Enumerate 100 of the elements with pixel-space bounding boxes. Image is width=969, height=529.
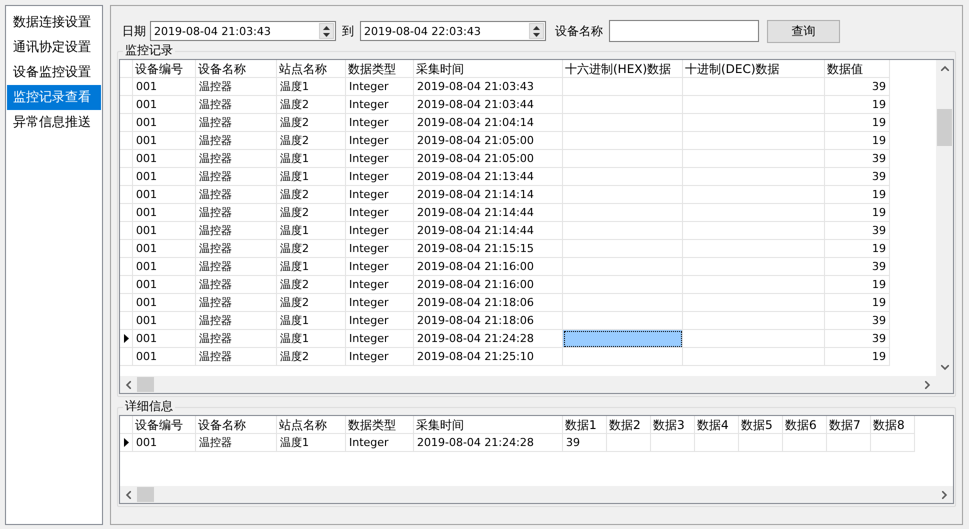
row-header-cell[interactable] <box>120 222 133 240</box>
table-cell <box>827 434 871 452</box>
row-header-cell[interactable] <box>120 294 133 312</box>
table-cell: 温度1 <box>277 78 346 96</box>
row-header-cell[interactable] <box>120 348 133 366</box>
table-cell: 温控器 <box>196 78 277 96</box>
column-header[interactable]: 数据8 <box>871 416 915 434</box>
table-cell: Integer <box>346 294 414 312</box>
table-cell: 温控器 <box>196 204 277 222</box>
column-header[interactable]: 数据6 <box>783 416 827 434</box>
device-name-label: 设备名称 <box>555 22 603 40</box>
up-arrow-icon[interactable] <box>533 26 540 30</box>
row-header-cell[interactable] <box>120 258 133 276</box>
sidebar-item[interactable]: 设备监控设置 <box>7 60 101 85</box>
column-header[interactable]: 数据类型 <box>346 416 414 434</box>
row-header-cell[interactable] <box>120 132 133 150</box>
table-cell: 001 <box>133 348 196 366</box>
column-header[interactable]: 数据类型 <box>346 60 414 78</box>
row-header-cell[interactable] <box>120 204 133 222</box>
horizontal-scrollbar[interactable] <box>120 376 936 393</box>
row-header-cell[interactable] <box>120 78 133 96</box>
column-header[interactable]: 设备名称 <box>196 416 277 434</box>
table-cell: 2019-08-04 21:24:28 <box>414 330 563 348</box>
table-cell: 温度1 <box>277 312 346 330</box>
sidebar-item[interactable]: 通讯协定设置 <box>7 35 101 60</box>
down-arrow-icon[interactable] <box>323 32 330 36</box>
table-cell: 2019-08-04 21:14:44 <box>414 204 563 222</box>
table-cell: 温度1 <box>277 434 346 452</box>
column-header[interactable]: 十进制(DEC)数据 <box>683 60 825 78</box>
table-cell: Integer <box>346 276 414 294</box>
spin-button[interactable] <box>319 23 334 39</box>
column-header[interactable]: 采集时间 <box>414 416 563 434</box>
row-header-cell[interactable] <box>120 186 133 204</box>
row-header-cell[interactable] <box>120 330 133 348</box>
column-header[interactable]: 站点名称 <box>277 60 346 78</box>
vertical-scrollbar[interactable] <box>936 60 953 376</box>
down-arrow-icon[interactable] <box>533 32 540 36</box>
table-cell: 001 <box>133 150 196 168</box>
scroll-left-icon[interactable] <box>126 380 131 388</box>
column-header[interactable]: 设备编号 <box>133 416 196 434</box>
sidebar-item[interactable]: 监控记录查看 <box>7 85 101 110</box>
date-field[interactable]: 2019-08-04 22:03:43 <box>360 21 546 41</box>
scroll-down-icon[interactable] <box>940 365 948 370</box>
row-header-cell[interactable] <box>120 276 133 294</box>
row-header-cell[interactable] <box>120 114 133 132</box>
table-cell: Integer <box>346 258 414 276</box>
table-cell: Integer <box>346 222 414 240</box>
table-cell: 温度2 <box>277 96 346 114</box>
table-cell: Integer <box>346 150 414 168</box>
table-cell: 温控器 <box>196 348 277 366</box>
column-header[interactable]: 数据3 <box>651 416 695 434</box>
column-header[interactable]: 采集时间 <box>414 60 563 78</box>
column-header[interactable]: 站点名称 <box>277 416 346 434</box>
horizontal-scrollbar[interactable] <box>120 486 953 503</box>
scroll-thumb[interactable] <box>137 377 154 392</box>
column-header[interactable]: 数据7 <box>827 416 871 434</box>
column-header[interactable]: 设备名称 <box>196 60 277 78</box>
table-cell: 2019-08-04 21:13:44 <box>414 168 563 186</box>
table-cell <box>871 434 915 452</box>
row-header-cell[interactable] <box>120 434 133 452</box>
row-header-cell[interactable] <box>120 150 133 168</box>
table-cell: 温度2 <box>277 186 346 204</box>
row-header-cell[interactable] <box>120 240 133 258</box>
spin-button[interactable] <box>529 23 544 39</box>
search-button[interactable]: 查询 <box>767 20 840 42</box>
table-cell: 2019-08-04 21:16:00 <box>414 258 563 276</box>
scroll-thumb[interactable] <box>937 109 952 146</box>
row-header-cell[interactable] <box>120 312 133 330</box>
sidebar-item[interactable]: 数据连接设置 <box>7 10 101 35</box>
table-cell: 2019-08-04 21:15:15 <box>414 240 563 258</box>
group-title: 监控记录 <box>123 44 175 57</box>
date-field[interactable]: 2019-08-04 21:03:43 <box>150 21 336 41</box>
table-cell: Integer <box>346 186 414 204</box>
table-cell: 温度2 <box>277 204 346 222</box>
up-arrow-icon[interactable] <box>323 26 330 30</box>
table-cell: 001 <box>133 78 196 96</box>
row-header-cell[interactable] <box>120 168 133 186</box>
column-header[interactable]: 十六进制(HEX)数据 <box>563 60 683 78</box>
column-header[interactable]: 设备编号 <box>133 60 196 78</box>
column-header[interactable]: 数据2 <box>607 416 651 434</box>
table-cell: 001 <box>133 204 196 222</box>
sidebar-item[interactable]: 异常信息推送 <box>7 110 101 135</box>
column-header[interactable]: 数据值 <box>825 60 890 78</box>
scroll-thumb[interactable] <box>137 487 154 502</box>
scroll-left-icon[interactable] <box>126 490 131 498</box>
column-header[interactable]: 数据4 <box>695 416 739 434</box>
table-cell: 001 <box>133 434 196 452</box>
scroll-right-icon[interactable] <box>942 490 947 498</box>
header-corner-cell <box>120 60 133 78</box>
device-name-field[interactable] <box>609 20 759 42</box>
table-cell: 39 <box>563 434 607 452</box>
column-header[interactable]: 数据5 <box>739 416 783 434</box>
scroll-right-icon[interactable] <box>925 380 930 388</box>
table-cell: 温度1 <box>277 258 346 276</box>
scroll-up-icon[interactable] <box>940 66 948 71</box>
row-header-cell[interactable] <box>120 96 133 114</box>
table-cell: 温度1 <box>277 150 346 168</box>
table-cell: 温度1 <box>277 330 346 348</box>
column-header[interactable]: 数据1 <box>563 416 607 434</box>
table-cell: 001 <box>133 294 196 312</box>
